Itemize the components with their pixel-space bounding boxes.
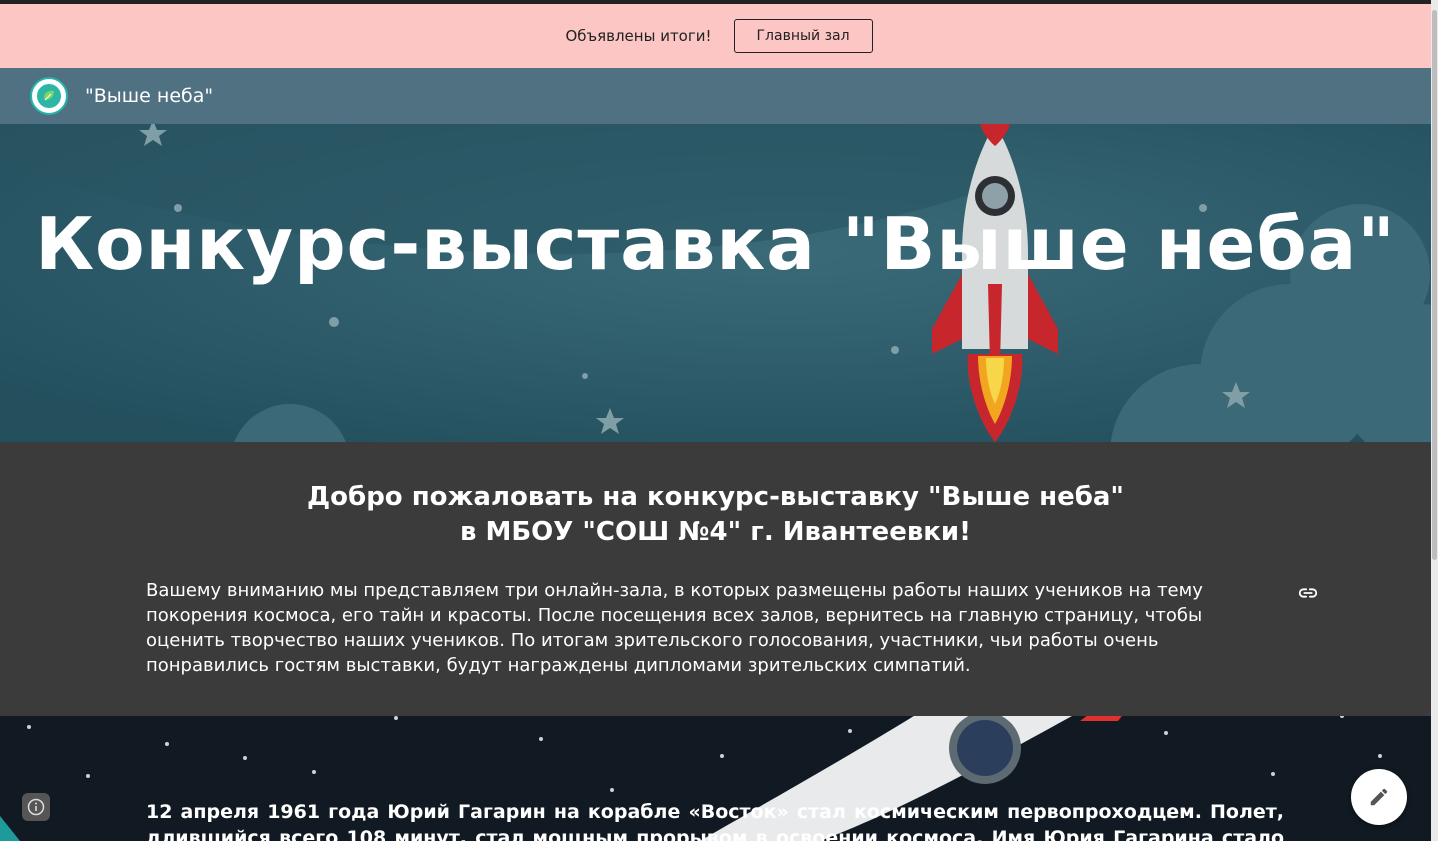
edit-button[interactable] xyxy=(1351,769,1407,825)
welcome-heading-line-2: в МБОУ "СОШ №4" г. Ивантеевки! xyxy=(459,517,971,547)
welcome-heading: Добро пожаловать на конкурс-выставку "Вы… xyxy=(0,480,1431,550)
hero-banner: Конкурс-выставка "Выше неба" xyxy=(0,124,1431,442)
site-header: "Выше неба" xyxy=(0,68,1431,124)
main-hall-button[interactable]: Главный зал xyxy=(733,19,873,53)
school-logo-icon[interactable] xyxy=(30,77,68,115)
link-icon[interactable] xyxy=(1297,582,1319,604)
info-icon[interactable] xyxy=(22,793,50,821)
welcome-text: Вашему вниманию мы представляем три онла… xyxy=(146,580,1203,676)
hero-title: Конкурс-выставка "Выше неба" xyxy=(35,202,1396,286)
welcome-section: Добро пожаловать на конкурс-выставку "Вы… xyxy=(0,442,1431,716)
site-name[interactable]: "Выше неба" xyxy=(85,85,213,107)
pencil-icon xyxy=(1370,788,1388,806)
space-section: 12 апреля 1961 года Юрий Гагарин на кора… xyxy=(0,716,1431,841)
welcome-heading-line-1: Добро пожаловать на конкурс-выставку "Вы… xyxy=(307,482,1124,512)
article-text: 12 апреля 1961 года Юрий Гагарин на кора… xyxy=(146,801,1284,841)
announcement-banner: Объявлены итоги! Главный зал xyxy=(0,4,1438,68)
scrollbar-thumb[interactable] xyxy=(1432,10,1437,560)
announcement-text: Объявлены итоги! xyxy=(565,27,712,45)
